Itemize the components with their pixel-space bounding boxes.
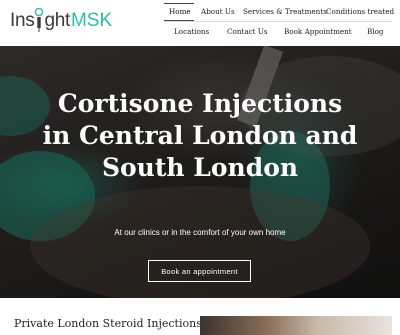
site-header: I ns ght MSK Home About Us Services & Tr… — [0, 0, 400, 46]
nav-active-indicator-top — [164, 3, 194, 4]
logo-msk-text: MSK — [70, 9, 113, 31]
nav-locations[interactable]: Locations — [174, 28, 209, 35]
hero-title: Cortisone Injections in Central London a… — [0, 88, 400, 184]
nav-about-us[interactable]: About Us — [201, 8, 235, 15]
insightmsk-logo[interactable]: I ns ght MSK — [10, 7, 113, 32]
hero-title-line: South London — [101, 153, 299, 182]
hero-title-line: in Central London and — [42, 121, 358, 150]
hero-banner: Cortisone Injections in Central London a… — [0, 46, 400, 298]
section-heading: Private London Steroid Injections — [14, 317, 202, 330]
nav-conditions-treated[interactable]: Conditions treated — [326, 8, 394, 15]
nav-divider — [164, 21, 392, 22]
nav-home[interactable]: Home — [169, 8, 191, 15]
logo-wordmark: I ns ght — [10, 7, 70, 32]
logo-text-ght: ght — [44, 9, 70, 31]
nav-contact-us[interactable]: Contact Us — [227, 28, 268, 35]
book-appointment-button[interactable]: Book an appointment — [148, 260, 251, 282]
hero-subtitle: At our clinics or in the comfort of your… — [114, 228, 286, 237]
syringe-i-icon — [35, 7, 44, 32]
nav-blog[interactable]: Blog — [367, 28, 384, 35]
nav-services-treatments[interactable]: Services & Treatments — [243, 8, 327, 15]
logo-text-ns: ns — [14, 9, 35, 31]
hero-title-line: Cortisone Injections — [57, 89, 343, 118]
nav-book-appointment[interactable]: Book Appointment — [284, 28, 352, 35]
section-image — [200, 316, 392, 335]
